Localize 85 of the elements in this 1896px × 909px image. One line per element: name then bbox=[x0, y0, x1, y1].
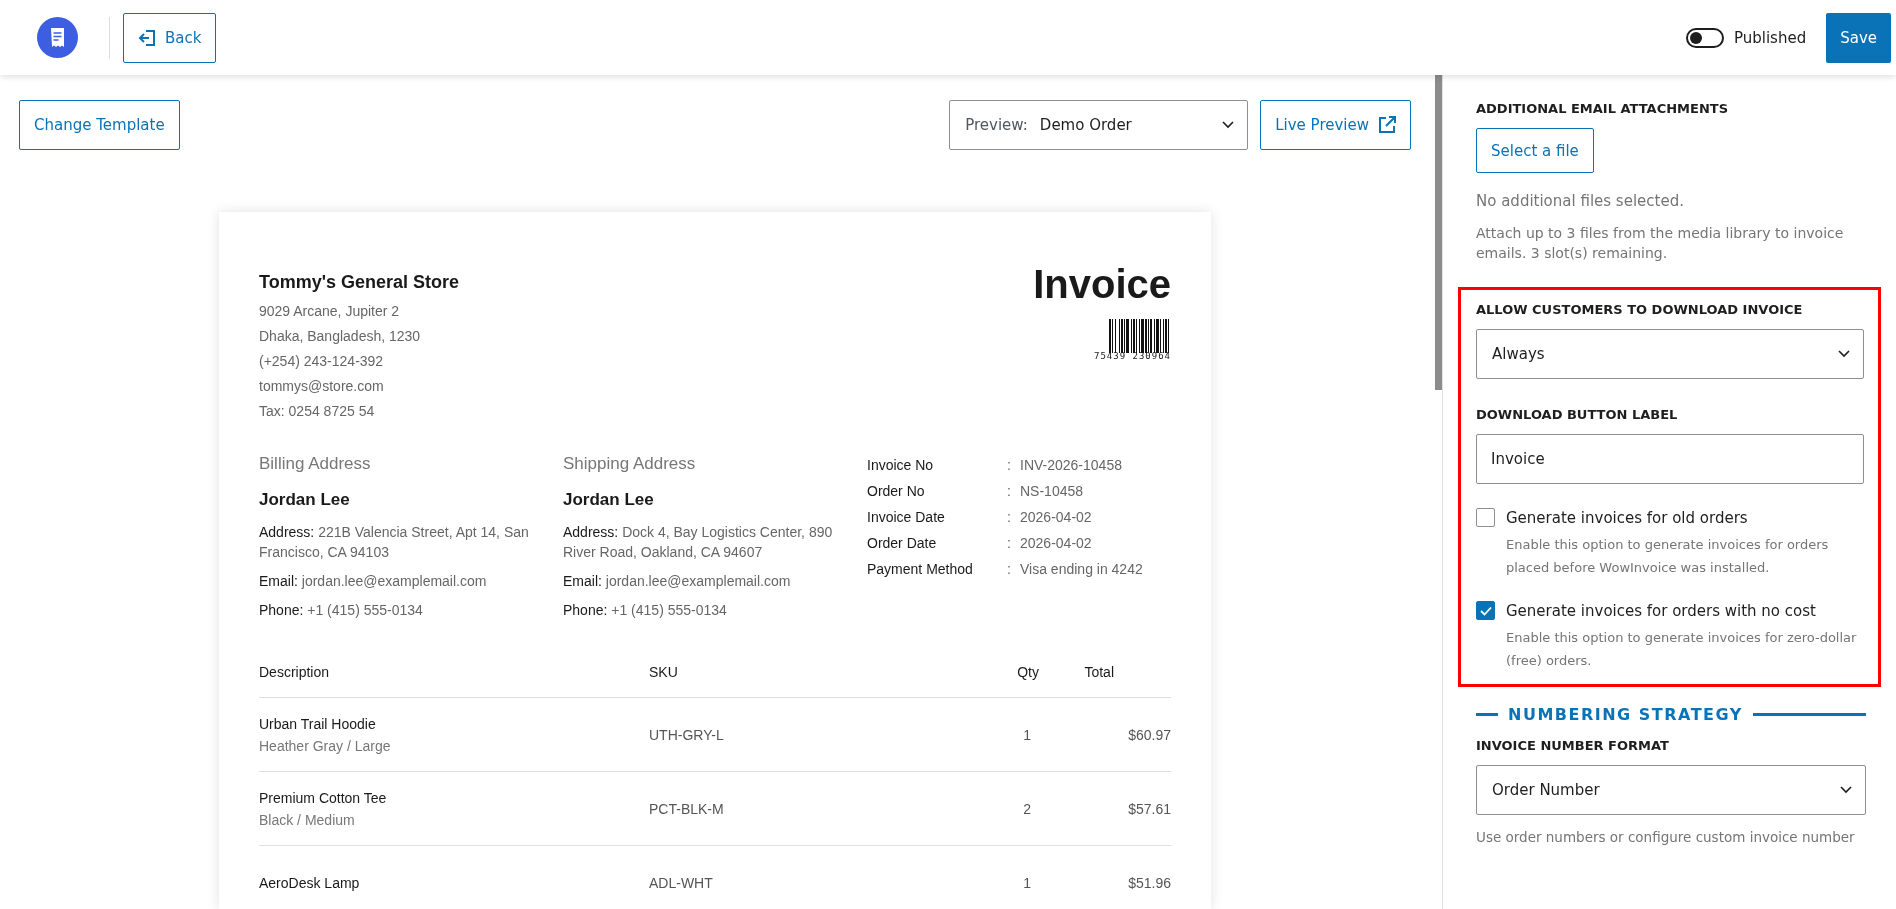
meta-separator: : bbox=[1007, 535, 1012, 551]
total-cell-text: $57.61 bbox=[1127, 800, 1171, 817]
number-format-help: Use order numbers or configure custom invoice number bbox=[1476, 828, 1856, 847]
store-detail: Dhaka, Bangladesh, 1230 bbox=[259, 327, 422, 346]
meta-label: Invoice No bbox=[867, 457, 935, 473]
field-label: DOWNLOAD BUTTON LABEL bbox=[1476, 407, 1679, 422]
checkbox-option[interactable]: Generate invoices for orders with no cost bbox=[1476, 601, 1864, 620]
store-name: Tommy's General Store bbox=[259, 272, 459, 293]
chevron-down-icon bbox=[1222, 121, 1235, 129]
product-variant: Heather Gray / Large bbox=[259, 737, 392, 754]
checkmark-icon bbox=[1479, 605, 1492, 616]
qty-cell-text: 1 bbox=[1022, 874, 1032, 891]
scrollbar-thumb[interactable] bbox=[1435, 75, 1442, 390]
meta-value: NS-10458 bbox=[1020, 483, 1085, 499]
section-label: ADDITIONAL EMAIL ATTACHMENTS bbox=[1476, 101, 1729, 116]
address-heading: Billing Address bbox=[259, 454, 372, 474]
meta-label: Order No bbox=[867, 483, 926, 499]
product-name: Premium Cotton Tee bbox=[259, 789, 388, 806]
option-help: Enable this option to generate invoices for orders placed before WowInvoice was installed. bbox=[1506, 536, 1830, 577]
meta-value: INV-2026-10458 bbox=[1020, 457, 1123, 473]
address-field: Address: Dock 4, Bay Logistics Center, 890 River Road, Oakland, CA 94607 bbox=[563, 522, 843, 562]
sku-cell-text: ADL-WHT bbox=[649, 874, 714, 891]
sku-cell-text: UTH-GRY-L bbox=[649, 726, 725, 743]
field-label: INVOICE NUMBER FORMAT bbox=[1476, 738, 1670, 753]
address-field: Email: jordan.lee@examplemail.com bbox=[259, 571, 539, 591]
back-button[interactable]: Back bbox=[123, 12, 217, 63]
preview-select[interactable]: Preview: Demo Order bbox=[949, 100, 1249, 150]
exit-arrow-icon bbox=[138, 28, 156, 47]
store-detail: tommys@store.com bbox=[259, 377, 385, 396]
meta-separator: : bbox=[1007, 561, 1012, 577]
published-toggle[interactable] bbox=[1685, 27, 1724, 48]
address-field: Address: 221B Valencia Street, Apt 14, San Francisco, CA 94103 bbox=[259, 522, 539, 562]
logo-icon bbox=[37, 17, 78, 58]
column-header: Description bbox=[259, 664, 331, 680]
meta-label: Payment Method bbox=[867, 561, 974, 577]
sku-cell-text: PCT-BLK-M bbox=[649, 800, 725, 817]
store-detail: Tax: 0254 8725 54 bbox=[259, 402, 376, 421]
column-header: Total bbox=[1083, 664, 1115, 680]
customer-name: Jordan Lee bbox=[259, 490, 351, 510]
total-cell-text: $60.97 bbox=[1127, 726, 1171, 743]
barcode-number: 75439 230964 bbox=[1093, 351, 1171, 361]
external-link-icon bbox=[1378, 116, 1396, 134]
number-format-select[interactable]: Order Number bbox=[1476, 765, 1866, 815]
address-field: Phone: +1 (415) 555-0134 bbox=[563, 600, 843, 620]
column-header: Qty bbox=[1016, 664, 1039, 680]
meta-separator: : bbox=[1007, 509, 1012, 525]
address-heading: Shipping Address bbox=[563, 454, 697, 474]
product-variant: Black / Medium bbox=[259, 811, 356, 828]
meta-value: 2026-04-02 bbox=[1020, 535, 1093, 551]
meta-separator: : bbox=[1007, 483, 1012, 499]
change-template-button[interactable]: Change Template bbox=[19, 100, 180, 150]
invoice-title: Invoice bbox=[1033, 262, 1171, 307]
option-help: Enable this option to generate invoices for zero-dollar (free) orders. bbox=[1506, 629, 1858, 670]
store-detail: (+254) 243-124-392 bbox=[259, 352, 385, 371]
select-file-button[interactable]: Select a file bbox=[1476, 128, 1594, 173]
published-label: Published bbox=[1733, 28, 1807, 47]
chevron-down-icon bbox=[1840, 786, 1852, 794]
attachments-help: Attach up to 3 files from the media library to invoice emails. 3 slot(s) remaining. bbox=[1476, 224, 1845, 263]
meta-value: Visa ending in 4242 bbox=[1020, 561, 1143, 577]
column-header: SKU bbox=[649, 664, 679, 680]
store-detail: 9029 Arcane, Jupiter 2 bbox=[259, 302, 401, 321]
product-name: AeroDesk Lamp bbox=[259, 874, 361, 891]
checkbox[interactable] bbox=[1476, 601, 1495, 620]
meta-label: Order Date bbox=[867, 535, 938, 551]
section-title: NUMBERING STRATEGY bbox=[1508, 705, 1743, 724]
download-select[interactable]: Always bbox=[1476, 329, 1864, 379]
barcode-drawing bbox=[1109, 319, 1171, 353]
qty-cell-text: 1 bbox=[1022, 726, 1032, 743]
product-name: Urban Trail Hoodie bbox=[259, 715, 377, 732]
customer-name: Jordan Lee bbox=[563, 490, 655, 510]
meta-value: 2026-04-02 bbox=[1020, 509, 1093, 525]
attachments-status: No additional files selected. bbox=[1476, 191, 1685, 211]
meta-separator: : bbox=[1007, 457, 1012, 473]
address-field: Phone: +1 (415) 555-0134 bbox=[259, 600, 539, 620]
label-input-field[interactable]: Invoice bbox=[1476, 434, 1864, 484]
total-cell-text: $51.96 bbox=[1127, 874, 1171, 891]
checkbox[interactable] bbox=[1476, 508, 1495, 527]
field-label: ALLOW CUSTOMERS TO DOWNLOAD INVOICE bbox=[1476, 302, 1804, 317]
checkbox-option[interactable]: Generate invoices for old orders bbox=[1476, 508, 1864, 527]
qty-cell-text: 2 bbox=[1022, 800, 1032, 817]
address-field: Email: jordan.lee@examplemail.com bbox=[563, 571, 843, 591]
chevron-down-icon bbox=[1838, 350, 1850, 358]
save-button[interactable]: Save bbox=[1826, 12, 1891, 63]
meta-label: Invoice Date bbox=[867, 509, 946, 525]
live-preview-button[interactable]: Live Preview bbox=[1260, 100, 1411, 150]
